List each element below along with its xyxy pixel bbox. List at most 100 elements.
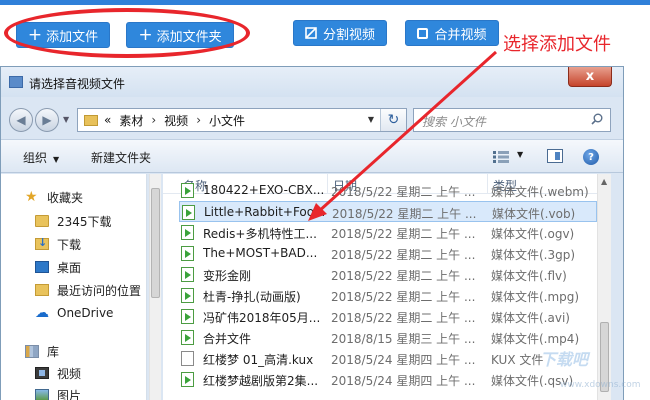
view-options-icon[interactable] <box>493 151 509 163</box>
file-row[interactable]: 180422+EXO-CBX... 2018/5/22 星期二 上午 ... 媒体文… <box>179 180 597 201</box>
merge-video-button[interactable]: 合并视频 <box>405 20 499 46</box>
close-button[interactable]: x <box>568 67 612 87</box>
file-row[interactable]: 红楼梦 01_高清.kux 2018/5/24 星期四 上午 ... KUX 文件 <box>179 348 597 369</box>
file-name: 红楼梦越剧版第2集... <box>203 374 319 388</box>
preview-pane-icon[interactable] <box>547 149 563 163</box>
file-type: 媒体文件(.mpg) <box>491 290 580 304</box>
folder-icon <box>35 215 49 227</box>
split-icon <box>305 27 317 39</box>
media-file-icon <box>181 288 194 303</box>
file-date: 2018/5/24 星期四 上午 ... <box>331 374 476 388</box>
desktop-icon <box>35 261 49 273</box>
view-dropdown-icon[interactable]: ▼ <box>517 150 523 159</box>
downloads-icon <box>35 236 49 250</box>
file-name: Redis+多机特性工... <box>203 227 317 241</box>
nav-libraries[interactable]: 库 <box>25 342 59 360</box>
open-file-dialog: 请选择音视频文件 x ◀ ▶ ▼ « 素材 › 视频 › 小文件 ▼ ↻ 搜索 … <box>0 66 624 400</box>
file-row[interactable]: 合并文件 2018/8/15 星期三 上午 ... 媒体文件(.mp4) <box>179 327 597 348</box>
address-dropdown-icon[interactable]: ▼ <box>368 115 374 124</box>
nav-item-pictures[interactable]: 图片 <box>35 386 81 400</box>
split-video-label: 分割视频 <box>322 27 375 43</box>
new-folder-label: 新建文件夹 <box>91 151 152 165</box>
file-row[interactable]: 红楼梦越剧版第2集... 2018/5/24 星期四 上午 ... 媒体文件(.qs… <box>179 369 597 390</box>
file-date: 2018/5/22 星期二 上午 ... <box>331 185 476 199</box>
address-overflow[interactable]: « <box>104 113 111 127</box>
pictures-library-icon <box>35 389 49 400</box>
breadcrumb-item[interactable]: 素材 <box>119 112 143 129</box>
file-row[interactable]: 冯矿伟2018年05月... 2018/5/22 星期二 上午 ... 媒体文件(.… <box>179 306 597 327</box>
media-file-icon <box>181 246 194 261</box>
annotation-highlight-ellipse <box>4 8 250 58</box>
recent-locations-dropdown-icon[interactable]: ▼ <box>63 115 69 124</box>
file-date: 2018/5/22 星期二 上午 ... <box>331 227 476 241</box>
nav-item-label: 最近访问的位置 <box>57 283 142 298</box>
nav-libraries-label: 库 <box>47 344 60 359</box>
breadcrumb-item[interactable]: 视频 <box>164 112 188 129</box>
nav-item-label: 2345下载 <box>57 214 112 229</box>
watermark-logo: 下载吧 <box>540 350 589 369</box>
media-file-icon <box>181 330 194 345</box>
file-row[interactable]: 变形金刚 2018/5/22 星期二 上午 ... 媒体文件(.flv) <box>179 264 597 285</box>
breadcrumb-item[interactable]: 小文件 <box>209 112 245 129</box>
nav-favorites[interactable]: ★ 收藏夹 <box>25 188 83 206</box>
file-type: 媒体文件(.avi) <box>491 311 570 325</box>
dialog-title: 请选择音视频文件 <box>29 77 126 91</box>
merge-video-label: 合并视频 <box>434 27 487 43</box>
file-date: 2018/5/22 星期二 上午 ... <box>331 290 476 304</box>
new-folder-button[interactable]: 新建文件夹 <box>91 149 151 166</box>
arrow-right-icon: ▶ <box>42 113 52 127</box>
scrollbar-thumb[interactable] <box>151 188 160 298</box>
file-name: 合并文件 <box>203 332 252 346</box>
chevron-right-icon[interactable]: › <box>196 113 201 127</box>
media-file-icon <box>181 225 194 240</box>
media-file-icon <box>181 183 194 198</box>
file-name: The+MOST+BAD... <box>203 246 318 260</box>
file-name: 杜青-挣扎(动画版) <box>203 290 301 304</box>
file-list-scrollbar[interactable]: ▲ <box>597 174 611 400</box>
nav-item-label: OneDrive <box>57 306 114 320</box>
file-row[interactable]: Little+Rabbit+Foo... 2018/5/22 星期二 上午 ...… <box>179 201 597 222</box>
close-icon: x <box>585 69 595 84</box>
dialog-frame-edge <box>611 174 623 400</box>
scroll-up-icon[interactable]: ▲ <box>601 177 607 186</box>
forward-button[interactable]: ▶ <box>35 108 59 132</box>
nav-item-2345-downloads[interactable]: 2345下载 <box>35 212 112 230</box>
navigation-scrollbar[interactable] <box>149 174 161 400</box>
nav-item-downloads[interactable]: 下载 <box>35 235 81 253</box>
file-name: 冯矿伟2018年05月... <box>203 311 321 325</box>
file-type: 媒体文件(.ogv) <box>491 227 575 241</box>
search-input[interactable]: 搜索 小文件 <box>413 108 611 132</box>
dialog-titlebar: 请选择音视频文件 x <box>1 67 623 97</box>
file-type: 媒体文件(.vob) <box>492 207 576 221</box>
file-type: 媒体文件(.flv) <box>491 269 567 283</box>
media-file-icon <box>181 309 194 324</box>
split-video-button[interactable]: 分割视频 <box>293 20 387 46</box>
chevron-down-icon: ▼ <box>53 155 60 164</box>
file-date: 2018/5/22 星期二 上午 ... <box>331 311 476 325</box>
videos-library-icon <box>35 367 49 379</box>
back-button[interactable]: ◀ <box>9 108 33 132</box>
libraries-icon <box>25 344 39 358</box>
media-file-icon <box>181 267 194 282</box>
file-row[interactable]: 杜青-挣扎(动画版) 2018/5/22 星期二 上午 ... 媒体文件(.mpg) <box>179 285 597 306</box>
file-date: 2018/5/22 星期二 上午 ... <box>332 207 477 221</box>
nav-favorites-label: 收藏夹 <box>47 190 84 205</box>
nav-item-label: 图片 <box>57 388 82 400</box>
cloud-icon: ☁ <box>35 305 49 321</box>
merge-icon <box>417 27 429 39</box>
nav-item-label: 桌面 <box>57 260 82 275</box>
file-row[interactable]: The+MOST+BAD... 2018/5/22 星期二 上午 ... 媒体文件(… <box>179 243 597 264</box>
nav-item-recent-places[interactable]: 最近访问的位置 <box>35 281 141 299</box>
organize-menu[interactable]: 组织 ▼ <box>23 149 59 166</box>
address-bar[interactable]: « 素材 › 视频 › 小文件 ▼ ↻ <box>77 108 407 132</box>
nav-item-desktop[interactable]: 桌面 <box>35 258 81 276</box>
file-row[interactable]: Redis+多机特性工... 2018/5/22 星期二 上午 ... 媒体文件(.… <box>179 222 597 243</box>
nav-item-videos[interactable]: 视频 <box>35 364 81 382</box>
nav-item-onedrive[interactable]: ☁ OneDrive <box>35 304 113 322</box>
help-icon[interactable]: ? <box>583 149 599 165</box>
chevron-right-icon[interactable]: › <box>151 113 156 127</box>
nav-item-label: 视频 <box>57 366 82 381</box>
refresh-icon: ↻ <box>387 112 400 128</box>
file-date: 2018/5/24 星期四 上午 ... <box>331 353 476 367</box>
refresh-button[interactable]: ↻ <box>380 109 406 131</box>
